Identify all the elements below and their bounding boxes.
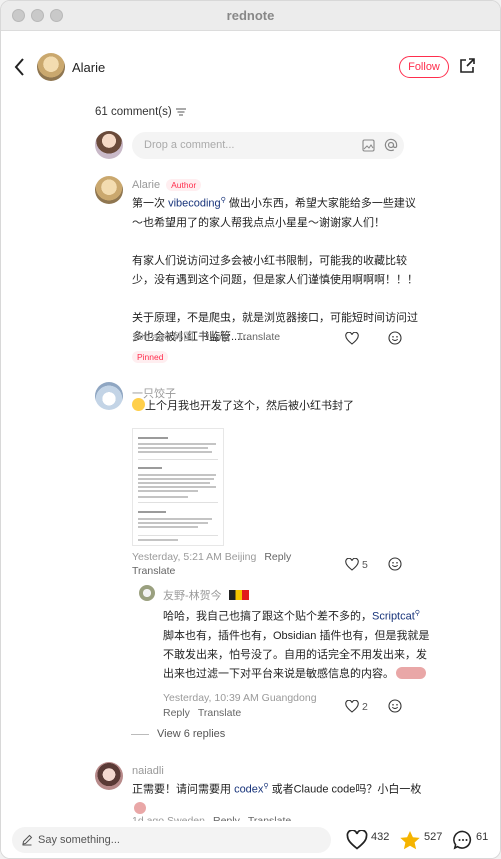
comment-avatar[interactable] bbox=[95, 176, 123, 204]
follow-button[interactable]: Follow bbox=[399, 56, 449, 78]
flag-badge-icon bbox=[228, 590, 249, 600]
reply-author-name[interactable]: 友野-林贺今 bbox=[163, 590, 222, 602]
comment-text: 正需要！请问需要用 codex⚲ 或者Claude code吗？小白一枚 bbox=[132, 777, 422, 819]
reply-author-row: 友野-林贺今 bbox=[163, 587, 249, 603]
star-icon[interactable] bbox=[399, 830, 421, 851]
back-arrow-icon[interactable] bbox=[11, 56, 29, 78]
view-replies-button[interactable]: View 6 replies bbox=[131, 728, 225, 740]
reply-time: Yesterday, 10:39 AM Guangdong bbox=[163, 692, 317, 704]
comment-avatar[interactable] bbox=[95, 762, 123, 790]
reply-item: 友野-林贺今 哈哈，我自己也搞了跟这个贴个差不多的，Scriptcat⚲ 脚本也… bbox=[139, 585, 495, 725]
translate-button[interactable]: Translate bbox=[198, 707, 241, 719]
window-title: rednote bbox=[226, 8, 275, 23]
like-heart-icon[interactable] bbox=[345, 558, 359, 571]
app-window: rednote Alarie Follow 61 comment(s) Drop… bbox=[0, 0, 501, 859]
comment-meta: 10h ago 韩国 Reply Translate bbox=[132, 329, 280, 344]
comment-paragraph: 有家人们说访问过多会被小红书限制，可能我的收藏比较少，没有遇到这个问题，但是家人… bbox=[132, 254, 418, 286]
like-count: 2 bbox=[362, 701, 368, 713]
comment-author-name[interactable]: naiadli bbox=[132, 765, 164, 777]
comment-input-placeholder: Drop a comment... bbox=[144, 139, 235, 151]
like-heart-icon[interactable] bbox=[345, 332, 359, 345]
comment-avatar[interactable] bbox=[95, 382, 123, 410]
comment-item: Alarie Author 第一次 vibecoding⚲ 做出小东西，希望大家能… bbox=[95, 176, 495, 366]
like-heart-icon[interactable] bbox=[346, 830, 368, 850]
reply-text: 哈哈，我自己也搞了跟这个贴个差不多的，Scriptcat⚲ 脚本也有，插件也有，… bbox=[163, 604, 431, 684]
image-icon[interactable] bbox=[362, 139, 375, 152]
reply-text-part: 脚本也有，插件也有，Obsidian 插件也有，但是我就是不敢发出来，怕号没了。… bbox=[163, 629, 430, 680]
reply-button[interactable]: Reply bbox=[202, 331, 229, 343]
say-something-placeholder: Say something... bbox=[38, 834, 120, 846]
comment-image-screenshot[interactable] bbox=[132, 428, 224, 546]
sort-icon[interactable] bbox=[175, 108, 186, 116]
comment-text-part: 上个月我也开发了这个，然后被小红书封了 bbox=[145, 400, 354, 412]
search-icon: ⚲ bbox=[414, 610, 420, 617]
share-icon[interactable] bbox=[458, 57, 476, 75]
post-header: Alarie Follow bbox=[1, 31, 500, 103]
divider bbox=[131, 733, 149, 735]
post-star-count: 527 bbox=[424, 831, 443, 843]
comment-text: 上个月我也开发了这个，然后被小红书封了 bbox=[132, 397, 422, 416]
reply-button[interactable]: Reply bbox=[264, 551, 291, 563]
comment-text-part: 或者Claude code吗？小白一枚 bbox=[268, 783, 422, 796]
post-comment-count: 61 bbox=[476, 831, 489, 843]
hashtag-link[interactable]: vibecoding bbox=[168, 198, 221, 210]
comment-text-part: 第一次 bbox=[132, 197, 169, 210]
emoji-icon bbox=[132, 398, 145, 411]
author-avatar[interactable] bbox=[37, 53, 65, 81]
comment-count-row: 61 comment(s) bbox=[95, 106, 186, 118]
comment-item: 一只饺子 上个月我也开发了这个，然后被小红书封了 Yesterday, 5:21… bbox=[95, 382, 495, 582]
comment-input[interactable]: Drop a comment... bbox=[132, 132, 404, 159]
comment-meta: Yesterday, 5:21 AM Beijing Reply Translate bbox=[132, 550, 312, 578]
reply-text-part: 哈哈，我自己也搞了跟这个贴个差不多的， bbox=[163, 610, 372, 623]
author-name[interactable]: Alarie bbox=[72, 60, 105, 75]
hashtag-link[interactable]: Scriptcat bbox=[372, 611, 415, 623]
say-something-input[interactable]: Say something... bbox=[12, 827, 331, 853]
emoji-react-icon[interactable] bbox=[388, 557, 402, 571]
comment-author-row: Alarie Author bbox=[132, 179, 202, 191]
like-count: 5 bbox=[362, 559, 368, 571]
comment-text-part: 正需要！请问需要用 bbox=[132, 783, 235, 796]
view-replies-label: View 6 replies bbox=[157, 728, 226, 740]
reply-meta: Yesterday, 10:39 AM Guangdong Reply Transl… bbox=[163, 691, 317, 721]
comment-text: 第一次 vibecoding⚲ 做出小东西，希望大家能给多一些建议～也希望用了的… bbox=[132, 191, 422, 347]
emoji-react-icon[interactable] bbox=[388, 699, 402, 713]
hashtag-link[interactable]: codex bbox=[234, 784, 263, 796]
comment-bubble-icon[interactable] bbox=[453, 830, 473, 850]
comment-item: naiadli 正需要！请问需要用 codex⚲ 或者Claude code吗？… bbox=[95, 762, 495, 827]
translate-button[interactable]: Translate bbox=[132, 565, 175, 577]
emoji-icon bbox=[396, 666, 426, 679]
comment-count: 61 comment(s) bbox=[95, 106, 172, 118]
comment-time: 10h ago 韩国 bbox=[132, 331, 194, 343]
author-badge: Author bbox=[166, 179, 202, 191]
reply-avatar[interactable] bbox=[139, 585, 155, 601]
emoji-icon bbox=[134, 801, 146, 814]
bottom-action-bar: Say something... 432 527 61 bbox=[1, 821, 500, 858]
translate-button[interactable]: Translate bbox=[237, 331, 280, 343]
mention-icon[interactable] bbox=[384, 138, 398, 152]
emoji-react-icon[interactable] bbox=[388, 331, 402, 345]
comment-time: Yesterday, 5:21 AM Beijing bbox=[132, 551, 257, 563]
comment-input-row: Drop a comment... bbox=[95, 131, 495, 161]
current-user-avatar bbox=[95, 131, 123, 159]
post-like-count: 432 bbox=[371, 831, 390, 843]
comment-author-name[interactable]: Alarie bbox=[132, 179, 160, 191]
reply-button[interactable]: Reply bbox=[163, 707, 190, 719]
pinned-badge: Pinned bbox=[132, 351, 169, 363]
like-heart-icon[interactable] bbox=[345, 700, 359, 713]
pencil-icon bbox=[22, 834, 33, 846]
title-bar: rednote bbox=[1, 1, 500, 31]
